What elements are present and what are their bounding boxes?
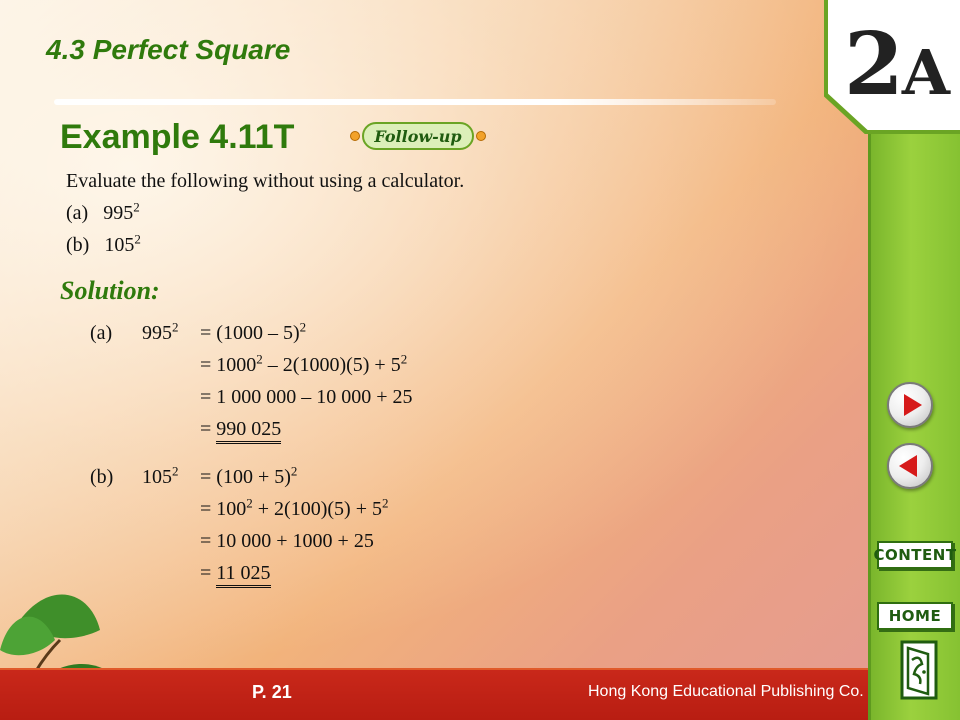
solution-a-answer: 990 025 — [216, 418, 282, 444]
solution-b-line4: = 11 025 — [200, 562, 271, 588]
book-label: 2A — [844, 14, 950, 115]
solution-a-line4-eq: = — [200, 418, 217, 440]
solution-b-line4-eq: = — [200, 562, 217, 584]
solution-b-line2: = 1002 + 2(100)(5) + 52 — [200, 495, 389, 521]
followup-badge: Follow-up — [350, 118, 486, 154]
part-a-exp: 2 — [133, 199, 140, 215]
question-prompt: Evaluate the following without using a c… — [66, 170, 465, 192]
solution-a-line3: = 1 000 000 – 10 000 + 25 — [200, 386, 413, 408]
book-number: 2 — [844, 14, 904, 115]
solution-a-line1-text: = (1000 – 5) — [200, 322, 300, 344]
solution-b-line1: = (100 + 5)2 — [200, 463, 298, 489]
section-title: 4.3 Perfect Square — [46, 34, 291, 65]
solution-b-lhs-base: 105 — [142, 466, 172, 488]
solution-b-label: (b) — [90, 466, 114, 488]
example-title: Example 4.11T — [60, 118, 295, 156]
solution-b-line2-p1: = 100 — [200, 498, 247, 520]
solution-b-line3: = 10 000 + 1000 + 25 — [200, 530, 374, 552]
header-divider — [54, 99, 776, 105]
play-left-icon — [898, 455, 917, 477]
next-slide-button[interactable] — [887, 382, 933, 428]
solution-a-line2: = 10002 – 2(1000)(5) + 52 — [200, 351, 408, 377]
solution-a-label: (a) — [90, 322, 113, 344]
part-a-label: (a) — [66, 202, 89, 224]
solution-a-line2-p2: – 2(1000)(5) + 5 — [262, 354, 401, 376]
part-b-exp: 2 — [134, 231, 141, 247]
exit-door-icon[interactable] — [898, 636, 942, 702]
solution-b-line1-exp: 2 — [290, 463, 298, 479]
question-part-a: (a) 9952 — [66, 199, 140, 225]
part-a-base: 995 — [103, 202, 134, 224]
content-button[interactable]: CONTENT — [873, 541, 956, 569]
solution-a-line1: = (1000 – 5)2 — [200, 319, 307, 345]
solution-a-line2-p1: = 1000 — [200, 354, 257, 376]
solution-a-line2-e2: 2 — [400, 351, 408, 367]
page-number: P. 21 — [252, 682, 292, 702]
publisher-name: Hong Kong Educational Publishing Co. — [588, 683, 864, 700]
part-b-base: 105 — [104, 234, 135, 256]
solution-a-lhs: 9952 — [142, 319, 179, 345]
solution-a-line4: = 990 025 — [200, 418, 282, 444]
followup-right-dot-icon — [476, 131, 486, 141]
solution-b-lhs-exp: 2 — [172, 463, 179, 479]
solution-label: Solution: — [60, 276, 160, 305]
play-right-icon — [903, 394, 922, 416]
previous-slide-button[interactable] — [887, 443, 933, 489]
solution-b-line2-p2: + 2(100)(5) + 5 — [252, 498, 382, 520]
home-button[interactable]: HOME — [877, 602, 953, 630]
solution-b-line1-text: = (100 + 5) — [200, 466, 291, 488]
solution-b-line2-e2: 2 — [381, 495, 389, 511]
solution-b-answer: 11 025 — [216, 562, 271, 588]
followup-left-dot-icon — [350, 131, 360, 141]
solution-a-line1-exp: 2 — [299, 319, 307, 335]
question-part-b: (b) 1052 — [66, 231, 141, 257]
solution-a-lhs-exp: 2 — [172, 319, 179, 335]
solution-b-lhs: 1052 — [142, 463, 179, 489]
followup-button[interactable]: Follow-up — [362, 122, 474, 150]
book-letter: A — [901, 36, 950, 109]
solution-a-lhs-base: 995 — [142, 322, 172, 344]
part-b-label: (b) — [66, 234, 90, 256]
